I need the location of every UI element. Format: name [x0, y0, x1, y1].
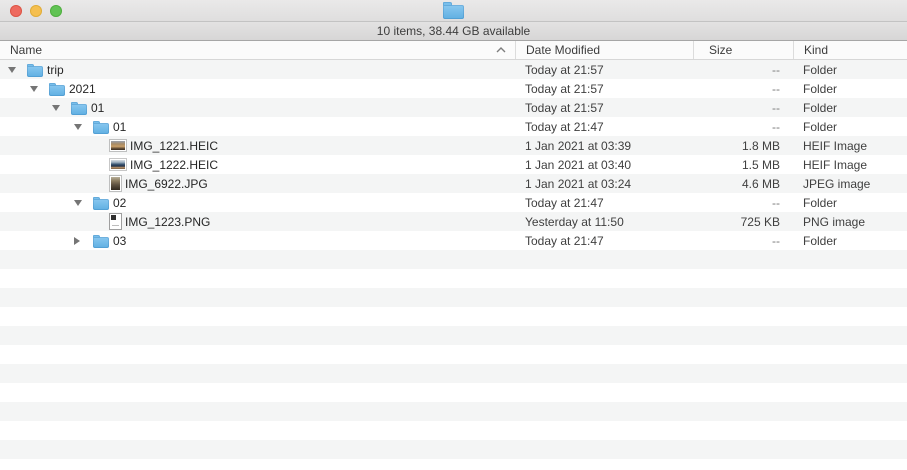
row-kind: Folder [793, 234, 907, 248]
row-name: IMG_1223.PNG [125, 215, 210, 229]
file-list: trip Today at 21:57 -- Folder 2021 Today… [0, 60, 907, 461]
screenshot-thumbnail-icon [110, 214, 121, 229]
row-size: -- [693, 63, 793, 77]
table-row[interactable]: IMG_1223.PNG Yesterday at 11:50 725 KB P… [0, 212, 907, 231]
row-date-modified: 1 Jan 2021 at 03:40 [515, 158, 693, 172]
row-name-cell: IMG_1221.HEIC [0, 136, 515, 155]
disclosure-triangle[interactable] [30, 86, 43, 92]
row-size: -- [693, 101, 793, 115]
row-size: 1.5 MB [693, 158, 793, 172]
column-header-kind-label: Kind [804, 43, 828, 57]
row-name: 01 [113, 120, 126, 134]
row-name: trip [47, 63, 64, 77]
table-row[interactable]: 01 Today at 21:57 -- Folder [0, 98, 907, 117]
folder-icon [93, 199, 109, 210]
row-kind: Folder [793, 63, 907, 77]
row-kind: HEIF Image [793, 139, 907, 153]
column-header-date-modified[interactable]: Date Modified [515, 41, 693, 59]
row-name: 01 [91, 101, 104, 115]
row-size: 725 KB [693, 215, 793, 229]
row-name-cell: trip [0, 60, 515, 79]
row-name-cell: 2021 [0, 79, 515, 98]
row-name: 2021 [69, 82, 96, 96]
table-row[interactable]: IMG_1221.HEIC 1 Jan 2021 at 03:39 1.8 MB… [0, 136, 907, 155]
row-name-cell: IMG_1222.HEIC [0, 155, 515, 174]
table-row[interactable]: IMG_6922.JPG 1 Jan 2021 at 03:24 4.6 MB … [0, 174, 907, 193]
folder-icon [93, 237, 109, 248]
column-header-size[interactable]: Size [693, 41, 793, 59]
row-date-modified: 1 Jan 2021 at 03:39 [515, 139, 693, 153]
disclosure-triangle[interactable] [74, 200, 87, 206]
sort-ascending-icon [496, 47, 506, 53]
row-name: IMG_6922.JPG [125, 177, 208, 191]
column-header-name[interactable]: Name [0, 41, 515, 59]
row-name-cell: 03 [0, 231, 515, 250]
row-name-cell: 02 [0, 193, 515, 212]
disclosure-triangle[interactable] [74, 124, 87, 130]
column-header-kind[interactable]: Kind [793, 41, 907, 59]
row-size: 1.8 MB [693, 139, 793, 153]
status-text: 10 items, 38.44 GB available [377, 24, 530, 38]
row-date-modified: Today at 21:57 [515, 63, 693, 77]
photo-thumbnail-icon [110, 159, 126, 170]
column-header-name-label: Name [10, 43, 42, 57]
row-date-modified: 1 Jan 2021 at 03:24 [515, 177, 693, 191]
disclosure-triangle[interactable] [8, 67, 21, 73]
row-date-modified: Yesterday at 11:50 [515, 215, 693, 229]
folder-icon [27, 66, 43, 77]
table-row[interactable]: 01 Today at 21:47 -- Folder [0, 117, 907, 136]
finder-window: 10 items, 38.44 GB available Name Date M… [0, 0, 907, 462]
disclosure-triangle[interactable] [52, 105, 65, 111]
folder-icon [49, 85, 65, 96]
row-kind: HEIF Image [793, 158, 907, 172]
row-date-modified: Today at 21:47 [515, 234, 693, 248]
row-name-cell: 01 [0, 98, 515, 117]
row-kind: Folder [793, 101, 907, 115]
table-row[interactable]: IMG_1222.HEIC 1 Jan 2021 at 03:40 1.5 MB… [0, 155, 907, 174]
row-kind: Folder [793, 120, 907, 134]
column-headers: Name Date Modified Size Kind [0, 41, 907, 60]
folder-icon [71, 104, 87, 115]
row-name: IMG_1222.HEIC [130, 158, 218, 172]
row-name: IMG_1221.HEIC [130, 139, 218, 153]
row-date-modified: Today at 21:47 [515, 120, 693, 134]
status-bar: 10 items, 38.44 GB available [0, 22, 907, 41]
row-name: 02 [113, 196, 126, 210]
row-name-cell: 01 [0, 117, 515, 136]
row-name-cell: IMG_1223.PNG [0, 212, 515, 231]
row-size: -- [693, 82, 793, 96]
row-size: -- [693, 196, 793, 210]
row-size: 4.6 MB [693, 177, 793, 191]
table-row[interactable]: 03 Today at 21:47 -- Folder [0, 231, 907, 250]
table-row[interactable]: 02 Today at 21:47 -- Folder [0, 193, 907, 212]
column-header-date-label: Date Modified [526, 43, 600, 57]
row-kind: PNG image [793, 215, 907, 229]
row-kind: Folder [793, 82, 907, 96]
table-row[interactable]: 2021 Today at 21:57 -- Folder [0, 79, 907, 98]
title-bar[interactable] [0, 0, 907, 22]
proxy-icon-container [0, 2, 907, 19]
folder-icon [93, 123, 109, 134]
photo-thumbnail-icon [110, 176, 121, 191]
folder-icon[interactable] [443, 5, 464, 19]
row-kind: Folder [793, 196, 907, 210]
row-name: 03 [113, 234, 126, 248]
table-row[interactable]: trip Today at 21:57 -- Folder [0, 60, 907, 79]
column-header-size-label: Size [709, 43, 732, 57]
row-kind: JPEG image [793, 177, 907, 191]
row-name-cell: IMG_6922.JPG [0, 174, 515, 193]
row-size: -- [693, 234, 793, 248]
row-date-modified: Today at 21:57 [515, 101, 693, 115]
row-size: -- [693, 120, 793, 134]
row-date-modified: Today at 21:57 [515, 82, 693, 96]
disclosure-triangle[interactable] [74, 237, 87, 245]
row-date-modified: Today at 21:47 [515, 196, 693, 210]
photo-thumbnail-icon [110, 140, 126, 151]
